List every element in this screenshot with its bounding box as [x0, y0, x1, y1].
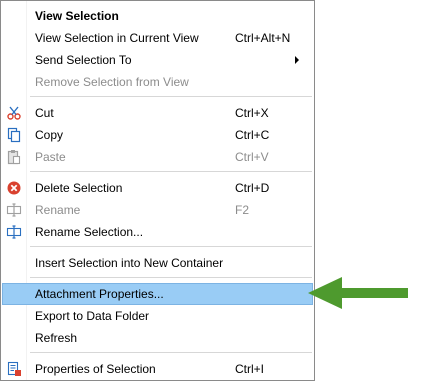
- menu-item-export-to-data-folder[interactable]: Export to Data Folder: [2, 305, 313, 327]
- menu-item-paste[interactable]: Paste Ctrl+V: [2, 146, 313, 168]
- menu-item-delete-selection[interactable]: Delete Selection Ctrl+D: [2, 177, 313, 199]
- menu-item-shortcut: Ctrl+C: [235, 128, 270, 142]
- menu-item-shortcut: Ctrl+I: [235, 362, 265, 376]
- menu-item-label: Rename Selection...: [35, 225, 144, 239]
- scissors-icon: [7, 106, 21, 120]
- menu-item-refresh[interactable]: Refresh: [2, 327, 313, 349]
- menu-separator: [30, 352, 312, 353]
- properties-icon: [7, 361, 21, 376]
- pointer-arrow-icon: [308, 277, 408, 309]
- menu-item-label: View Selection in Current View: [35, 31, 199, 45]
- menu-item-shortcut: F2: [235, 203, 250, 217]
- menu-item-label: Attachment Properties...: [35, 287, 164, 301]
- menu-item-label: Cut: [35, 106, 54, 120]
- paste-icon: [7, 150, 21, 165]
- menu-item-label: Properties of Selection: [35, 362, 156, 376]
- menu-item-label: Paste: [35, 150, 66, 164]
- rename-selection-icon: [6, 225, 22, 239]
- menu-separator: [30, 277, 312, 278]
- menu-item-shortcut: Ctrl+X: [235, 106, 269, 120]
- menu-item-remove-selection-from-view[interactable]: Remove Selection from View: [2, 71, 313, 93]
- menu-item-cut[interactable]: Cut Ctrl+X: [2, 102, 313, 124]
- menu-separator: [30, 246, 312, 247]
- menu-item-view-selection[interactable]: View Selection: [2, 5, 313, 27]
- context-menu: View Selection View Selection in Current…: [0, 0, 315, 381]
- menu-item-label: Rename: [35, 203, 81, 217]
- menu-item-shortcut: Ctrl+V: [235, 150, 269, 164]
- menu-item-insert-selection-into-new-container[interactable]: Insert Selection into New Container: [2, 252, 313, 274]
- menu-item-label: Insert Selection into New Container: [35, 256, 224, 270]
- menu-item-attachment-properties[interactable]: Attachment Properties...: [2, 283, 313, 305]
- menu-item-shortcut: Ctrl+Alt+N: [235, 31, 291, 45]
- menu-item-rename[interactable]: Rename F2: [2, 199, 313, 221]
- menu-item-label: Send Selection To: [35, 53, 132, 67]
- menu-separator: [30, 96, 312, 97]
- menu-item-label: Copy: [35, 128, 64, 142]
- copy-icon: [7, 127, 21, 143]
- menu-item-send-selection-to[interactable]: Send Selection To: [2, 49, 313, 71]
- delete-icon: [7, 181, 21, 195]
- menu-item-label: Refresh: [35, 331, 78, 345]
- rename-icon: [6, 203, 22, 217]
- menu-item-label: Export to Data Folder: [35, 309, 150, 323]
- menu-item-label: View Selection: [35, 9, 119, 23]
- menu-item-properties-of-selection[interactable]: Properties of Selection Ctrl+I: [2, 358, 313, 380]
- menu-item-rename-selection[interactable]: Rename Selection...: [2, 221, 313, 243]
- menu-item-shortcut: Ctrl+D: [235, 181, 270, 195]
- menu-item-view-selection-in-current-view[interactable]: View Selection in Current View Ctrl+Alt+…: [2, 27, 313, 49]
- menu-item-copy[interactable]: Copy Ctrl+C: [2, 124, 313, 146]
- submenu-arrow-icon: [295, 56, 299, 64]
- menu-separator: [30, 171, 312, 172]
- menu-item-label: Remove Selection from View: [35, 75, 189, 89]
- menu-item-label: Delete Selection: [35, 181, 123, 195]
